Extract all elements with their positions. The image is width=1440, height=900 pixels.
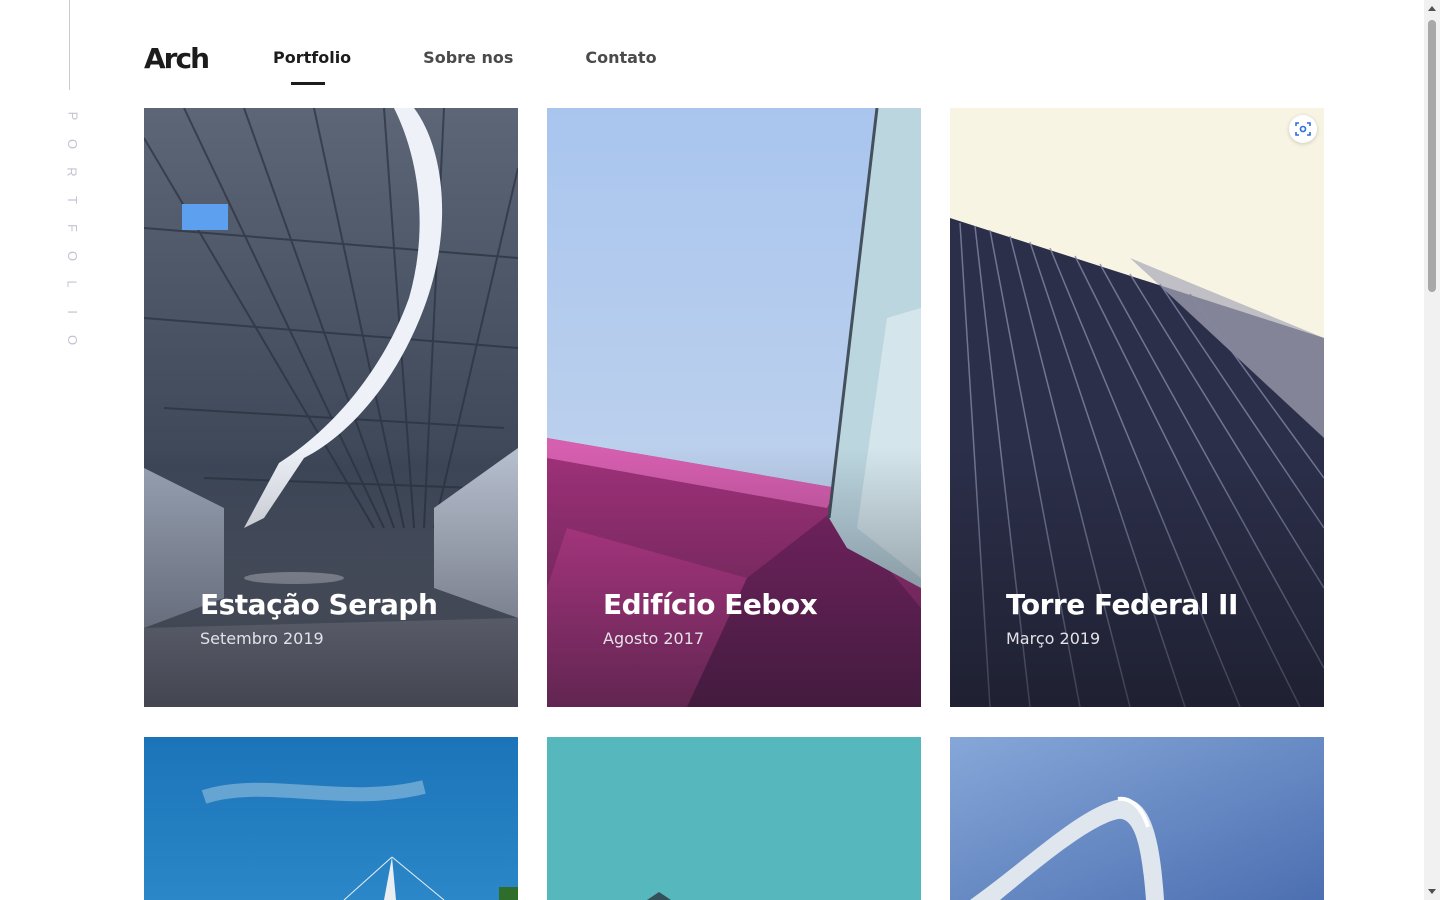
project-title: Torre Federal II — [1006, 588, 1238, 621]
project-date: Março 2019 — [1006, 629, 1101, 648]
project-card[interactable] — [547, 737, 921, 900]
side-letter: T — [64, 196, 80, 204]
side-letter: O — [65, 334, 80, 346]
side-letter: F — [64, 224, 80, 232]
scan-icon — [1295, 122, 1311, 136]
project-card[interactable] — [144, 737, 518, 900]
side-letter: P — [64, 111, 80, 121]
project-title: Estação Seraph — [200, 588, 438, 621]
project-title: Edifício Eebox — [603, 588, 818, 621]
card-overlay — [950, 447, 1324, 707]
site-logo[interactable]: Arch — [144, 42, 210, 75]
side-letter: R — [64, 167, 80, 177]
side-letter: O — [65, 138, 80, 150]
project-image-arch — [950, 737, 1324, 900]
side-section-label: P O R T F O L I O — [64, 108, 80, 348]
scan-button[interactable] — [1289, 115, 1317, 143]
side-letter: L — [64, 280, 80, 288]
scroll-up-arrow-icon[interactable] — [1428, 6, 1436, 11]
main-nav: Portfolio Sobre nos Contato — [273, 48, 657, 85]
card-overlay — [144, 447, 518, 707]
nav-link-portfolio[interactable]: Portfolio — [273, 48, 351, 85]
side-divider — [69, 0, 70, 90]
project-card[interactable]: Estação Seraph Setembro 2019 — [144, 108, 518, 707]
nav-link-contato[interactable]: Contato — [585, 48, 656, 85]
project-image-bridge — [144, 737, 518, 900]
side-letter: I — [65, 310, 80, 314]
project-date: Agosto 2017 — [603, 629, 705, 648]
page-scrollbar[interactable] — [1424, 0, 1440, 900]
side-letter: O — [65, 250, 80, 262]
project-card[interactable] — [950, 737, 1324, 900]
project-date: Setembro 2019 — [200, 629, 324, 648]
project-image-teal — [547, 737, 921, 900]
nav-link-sobre-nos[interactable]: Sobre nos — [423, 48, 513, 85]
scroll-down-arrow-icon[interactable] — [1428, 889, 1436, 894]
project-card[interactable]: Edifício Eebox Agosto 2017 — [547, 108, 921, 707]
project-card[interactable]: Torre Federal II Março 2019 — [950, 108, 1324, 707]
scrollbar-thumb[interactable] — [1428, 20, 1436, 292]
card-overlay — [547, 447, 921, 707]
